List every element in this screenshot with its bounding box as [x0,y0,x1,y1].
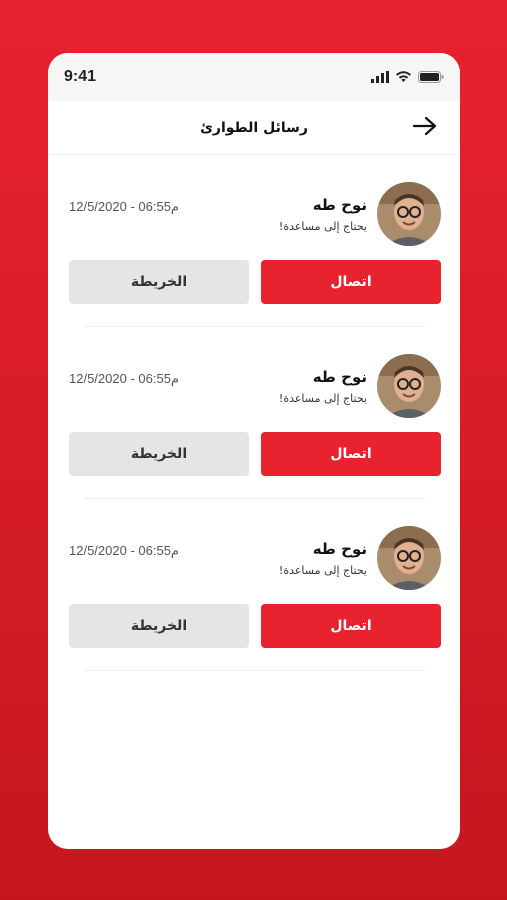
avatar [377,526,441,590]
map-button[interactable]: الخريطة [69,604,249,648]
alert-message: يحتاج إلى مساعدة! [278,563,367,577]
page-title: رسائل الطوارئ [200,119,308,136]
alert-list: 12/5/2020 - 06:55م نوح طه يحتاج إلى مساع… [48,155,460,671]
alert-card: 12/5/2020 - 06:55م نوح طه يحتاج إلى مساع… [69,499,441,671]
divider [85,670,425,671]
signal-icon [371,68,389,87]
person-name: نوح طه [312,367,367,386]
phone-frame: 9:41 رسائل الطوارئ 12/5/2020 - 06:55م نو… [48,53,460,849]
call-button[interactable]: اتصال [261,260,441,304]
alert-datetime: 12/5/2020 - 06:55م [69,543,179,558]
wifi-icon [395,68,412,87]
alert-person: نوح طه يحتاج إلى مساعدة! [279,354,441,418]
person-name: نوح طه [312,539,367,558]
map-button[interactable]: الخريطة [69,260,249,304]
person-name: نوح طه [312,195,367,214]
arrow-right-icon [412,116,437,140]
status-icons [371,68,444,87]
alert-datetime: 12/5/2020 - 06:55م [69,199,179,214]
battery-icon [418,68,444,87]
status-time: 9:41 [64,68,97,85]
alert-person: نوح طه يحتاج إلى مساعدة! [279,182,441,246]
header: رسائل الطوارئ [48,101,460,155]
alert-person: نوح طه يحتاج إلى مساعدة! [279,526,441,590]
alert-message: يحتاج إلى مساعدة! [278,219,367,233]
call-button[interactable]: اتصال [261,604,441,648]
avatar [377,182,441,246]
back-button[interactable] [412,115,438,141]
call-button[interactable]: اتصال [261,432,441,476]
avatar [377,354,441,418]
map-button[interactable]: الخريطة [69,432,249,476]
alert-card: 12/5/2020 - 06:55م نوح طه يحتاج إلى مساع… [69,327,441,499]
status-bar: 9:41 [48,53,460,101]
alert-card: 12/5/2020 - 06:55م نوح طه يحتاج إلى مساع… [69,155,441,327]
alert-datetime: 12/5/2020 - 06:55م [69,371,179,386]
alert-message: يحتاج إلى مساعدة! [278,391,367,405]
